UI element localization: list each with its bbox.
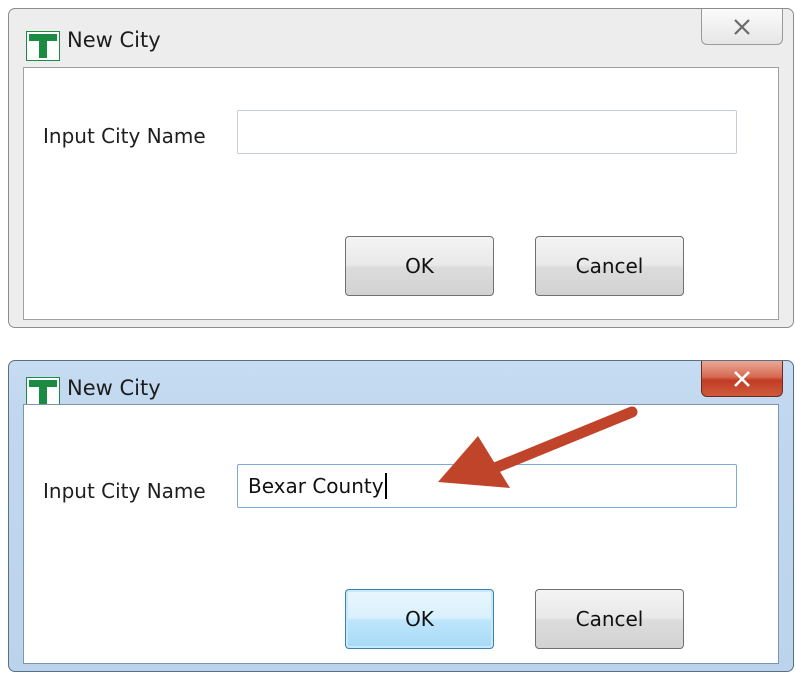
input-text: Bexar County [248, 474, 384, 498]
title-bar[interactable]: New City [9, 9, 793, 67]
city-name-label: Input City Name [43, 479, 206, 503]
new-city-dialog-active: New City Input City Name Bexar County OK… [8, 360, 794, 672]
city-name-input[interactable]: Bexar County [237, 464, 737, 508]
window-title: New City [67, 28, 161, 52]
close-button[interactable] [701, 9, 783, 45]
app-t-icon [26, 31, 60, 61]
city-name-input[interactable] [237, 110, 737, 154]
ok-button[interactable]: OK [345, 236, 494, 296]
text-caret [384, 472, 387, 499]
city-name-label: Input City Name [43, 124, 206, 148]
cancel-button[interactable]: Cancel [535, 589, 684, 649]
close-icon [734, 370, 750, 387]
app-t-icon [26, 377, 60, 407]
dialog-content: Input City Name Bexar County OK Cancel [23, 404, 779, 664]
close-button[interactable] [701, 361, 783, 397]
window-title: New City [67, 376, 161, 400]
new-city-dialog-inactive: New City Input City Name OK Cancel [8, 8, 794, 328]
dialog-content: Input City Name OK Cancel [23, 67, 779, 320]
ok-button[interactable]: OK [345, 589, 494, 649]
cancel-button[interactable]: Cancel [535, 236, 684, 296]
close-icon [734, 18, 750, 35]
